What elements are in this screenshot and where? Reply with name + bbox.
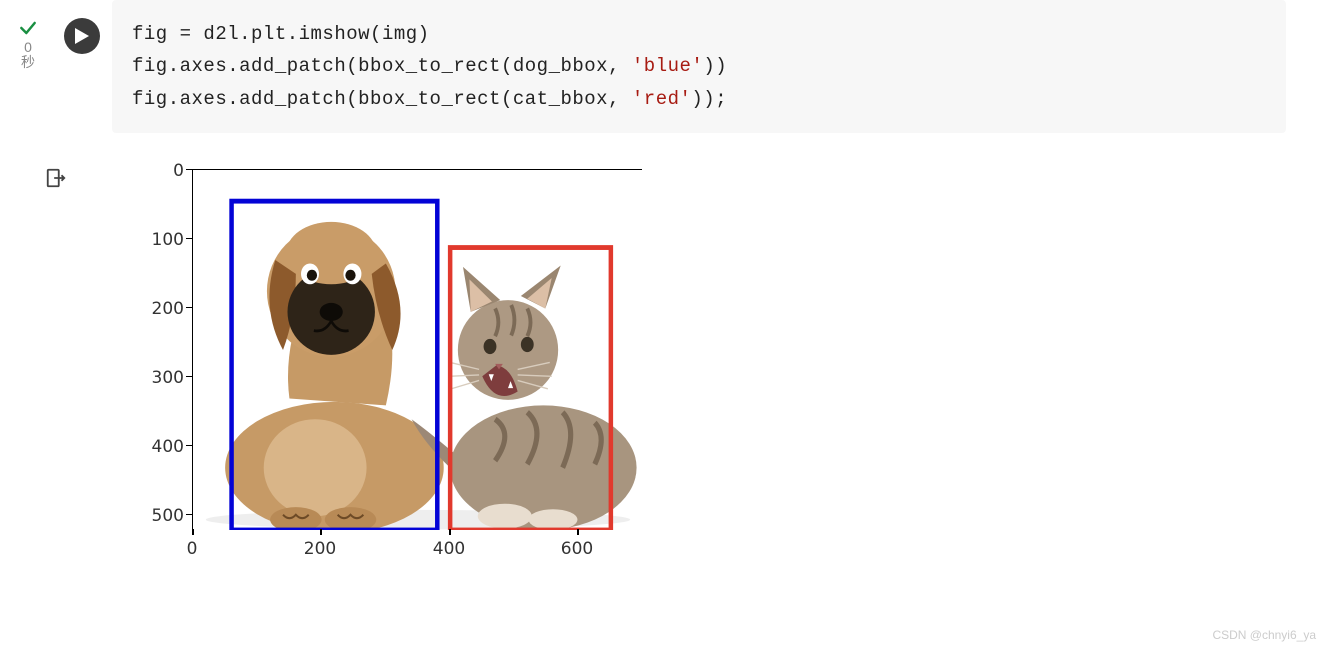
- bbox-overlay: [193, 170, 643, 530]
- ytick-label: 500: [144, 506, 184, 526]
- plot-output: 0 100 200 300 400 500 0 200 400 600: [112, 157, 672, 587]
- xtick-label: 600: [557, 539, 597, 559]
- watermark: CSDN @chnyi6_ya: [1212, 628, 1316, 642]
- cat-bbox: [450, 247, 611, 529]
- ytick-label: 0: [144, 161, 184, 181]
- ytick: [186, 376, 192, 378]
- plot-axes: [192, 169, 642, 529]
- cell-gutter: 0 秒: [0, 0, 56, 71]
- xtick-label: 400: [429, 539, 469, 559]
- play-icon: [75, 28, 89, 44]
- xtick: [577, 529, 579, 535]
- code-editor[interactable]: fig = d2l.plt.imshow(img) fig.axes.add_p…: [112, 0, 1286, 133]
- output-row: 0 100 200 300 400 500 0 200 400 600: [0, 157, 1326, 587]
- exec-time-num: 0: [21, 40, 35, 55]
- code-line-3: fig.axes.add_patch(bbox_to_rect(cat_bbox…: [132, 88, 727, 110]
- ytick: [186, 445, 192, 447]
- ytick: [186, 238, 192, 240]
- check-icon: [18, 18, 38, 38]
- ytick: [186, 514, 192, 516]
- dog-bbox: [232, 201, 438, 530]
- output-gutter: [0, 157, 112, 189]
- xtick: [192, 529, 194, 535]
- code-line-2: fig.axes.add_patch(bbox_to_rect(dog_bbox…: [132, 55, 727, 77]
- ytick-label: 100: [144, 230, 184, 250]
- run-button[interactable]: [64, 18, 100, 54]
- ytick-label: 300: [144, 368, 184, 388]
- ytick-label: 200: [144, 299, 184, 319]
- exec-time: 0 秒: [21, 40, 35, 71]
- ytick-label: 400: [144, 437, 184, 457]
- xtick-label: 0: [172, 539, 212, 559]
- code-cell: 0 秒 fig = d2l.plt.imshow(img) fig.axes.a…: [0, 0, 1326, 133]
- xtick: [320, 529, 322, 535]
- ytick: [186, 307, 192, 309]
- output-icon: [45, 167, 67, 189]
- xtick: [449, 529, 451, 535]
- xtick-label: 200: [300, 539, 340, 559]
- ytick: [186, 169, 192, 171]
- code-line-1: fig = d2l.plt.imshow(img): [132, 23, 430, 45]
- exec-time-unit: 秒: [21, 55, 35, 70]
